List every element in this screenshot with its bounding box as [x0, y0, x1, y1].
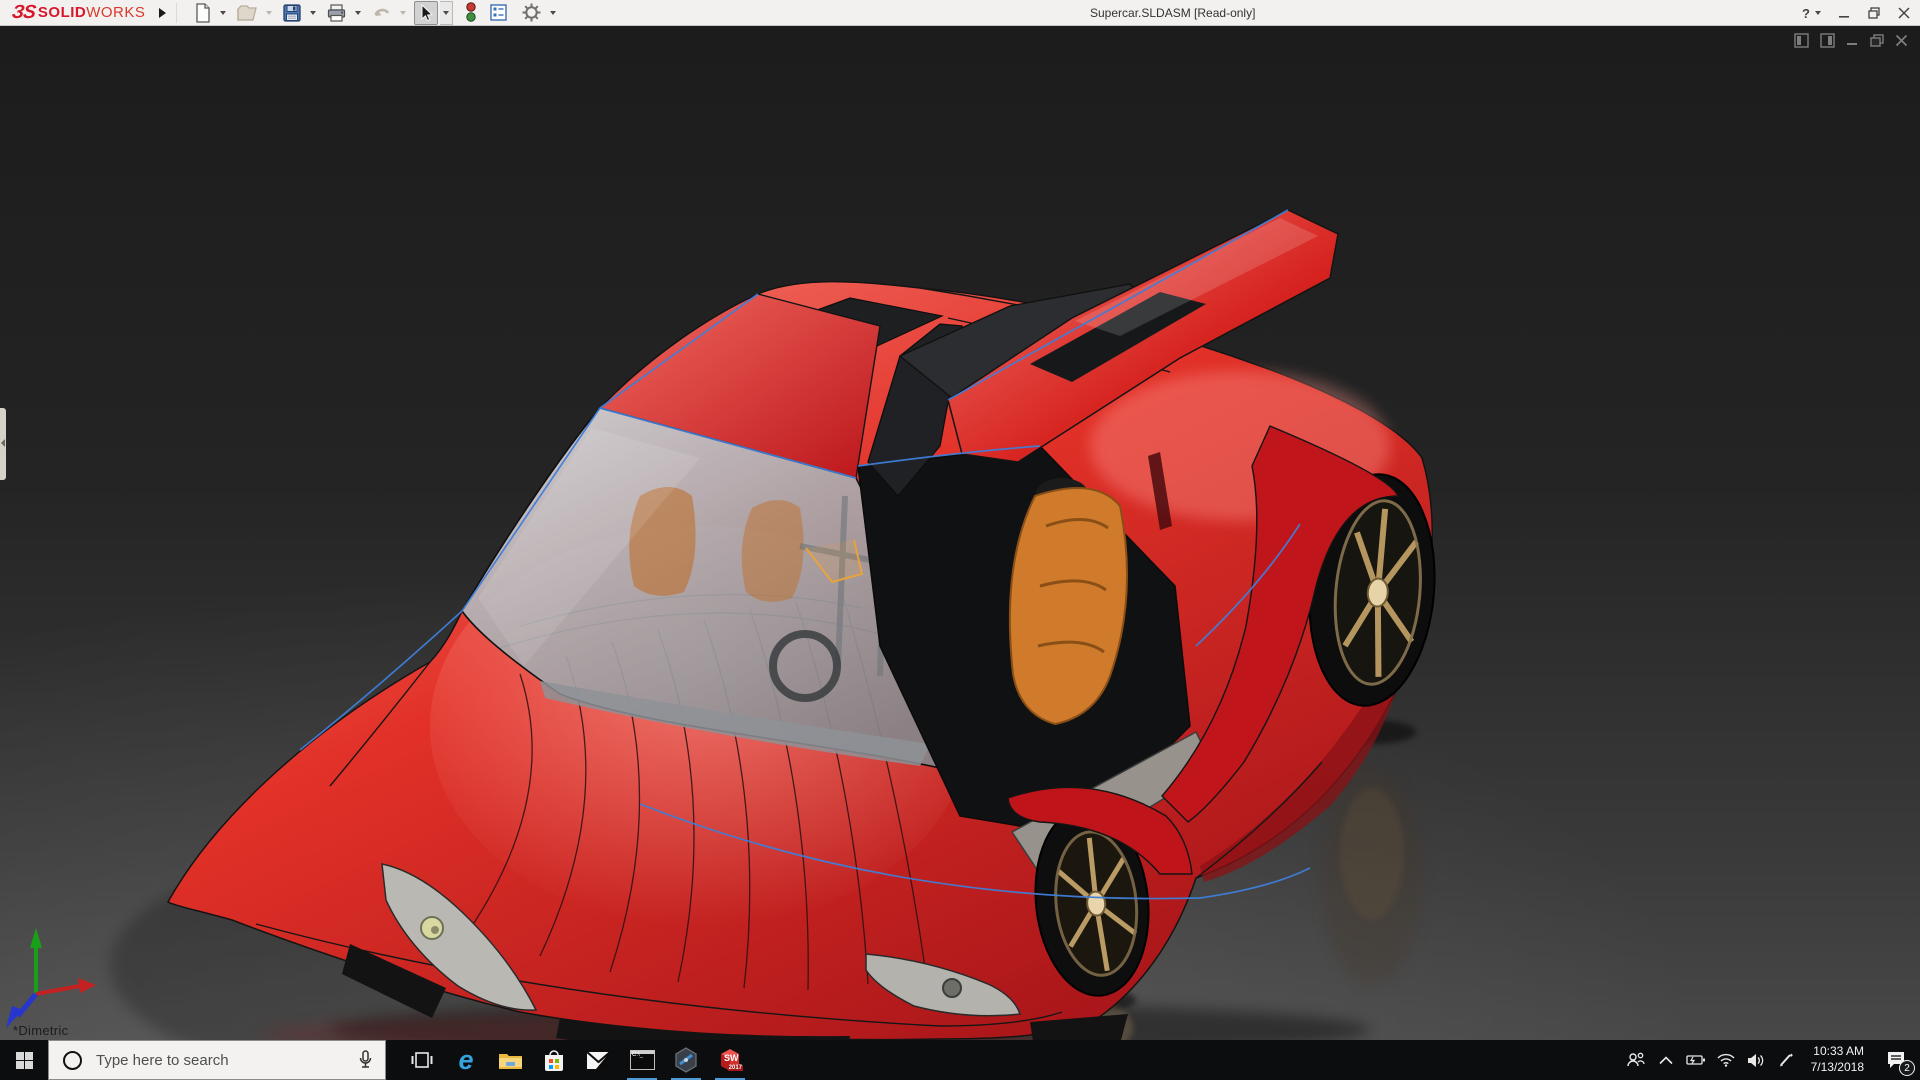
view-orientation-label: *Dimetric	[13, 1023, 69, 1038]
command-prompt-button[interactable]: C:\_	[620, 1040, 664, 1080]
clock-date: 7/13/2018	[1810, 1060, 1864, 1074]
network-button[interactable]	[1713, 1040, 1739, 1080]
new-document-button[interactable]	[191, 1, 214, 25]
window-controls: ?	[1802, 0, 1910, 26]
hexagon-3d-app-icon	[675, 1047, 697, 1073]
save-floppy-icon	[283, 3, 302, 22]
action-center-button[interactable]: 2	[1876, 1040, 1916, 1080]
mail-button[interactable]	[576, 1040, 620, 1080]
file-explorer-button[interactable]	[488, 1040, 532, 1080]
menu-expand-arrow-icon[interactable]	[159, 7, 167, 18]
new-document-dropdown[interactable]	[220, 10, 227, 15]
battery-button[interactable]	[1683, 1040, 1709, 1080]
file-explorer-icon	[498, 1053, 522, 1069]
car-body[interactable]	[166, 209, 1444, 1040]
undo-button[interactable]	[369, 1, 394, 25]
document-restore-icon[interactable]	[1870, 33, 1884, 48]
chevron-up-icon	[1659, 1055, 1673, 1064]
taskbar-search[interactable]	[48, 1040, 386, 1080]
open-folder-icon	[237, 4, 258, 21]
windows-taskbar: e C	[0, 1040, 1920, 1080]
windows-ink-pen-icon	[1779, 1053, 1793, 1067]
help-dropdown[interactable]	[1815, 11, 1821, 15]
save-button[interactable]	[280, 1, 304, 25]
supercar-3d-model[interactable]	[0, 26, 1920, 1040]
titlebar: ЗS SOLID WORKS Supercar.SLDASM [Read-onl…	[0, 0, 1920, 26]
triad-x-axis	[78, 978, 96, 993]
solidworks-logo-icon: ЗS	[10, 1, 37, 23]
pane-left-icon[interactable]	[1794, 33, 1809, 48]
close-icon	[1898, 7, 1910, 19]
people-icon	[1626, 1052, 1645, 1067]
document-close-icon[interactable]	[1895, 34, 1908, 47]
close-button[interactable]	[1898, 7, 1910, 19]
print-button[interactable]	[324, 1, 349, 25]
mail-icon	[585, 1050, 611, 1069]
rebuild-button[interactable]	[463, 1, 479, 25]
edge-icon: e	[458, 1044, 474, 1075]
task-view-button[interactable]	[400, 1040, 444, 1080]
volume-icon	[1747, 1053, 1763, 1067]
clock-time: 10:33 AM	[1813, 1044, 1864, 1059]
volume-button[interactable]	[1743, 1040, 1769, 1080]
feature-manager-collapsed-tab[interactable]	[0, 408, 6, 480]
rebuild-stoplight-icon	[466, 2, 477, 22]
options-button[interactable]	[519, 1, 544, 25]
triad-y-axis	[30, 928, 42, 948]
help-button[interactable]: ?	[1802, 6, 1821, 21]
taskbar-apps: e C:\_ SW 2017	[400, 1040, 752, 1080]
print-icon	[328, 3, 346, 22]
tray-overflow-button[interactable]	[1653, 1040, 1679, 1080]
microphone-icon[interactable]	[358, 1050, 373, 1070]
undo-dropdown[interactable]	[400, 10, 407, 15]
store-icon	[545, 1049, 563, 1071]
graphics-viewport[interactable]: *Dimetric	[0, 26, 1920, 1040]
toolbar-separator	[176, 2, 178, 23]
people-button[interactable]	[1623, 1040, 1649, 1080]
open-button[interactable]	[234, 1, 260, 25]
file-properties-icon	[490, 4, 508, 21]
print-dropdown[interactable]	[355, 10, 362, 15]
search-input[interactable]	[96, 1051, 326, 1069]
system-tray: 10:33 AM 7/13/2018 2	[1623, 1040, 1920, 1080]
document-title: Supercar.SLDASM [Read-only]	[1090, 6, 1256, 20]
store-button[interactable]	[532, 1040, 576, 1080]
options-gear-icon	[522, 3, 541, 22]
undo-icon	[375, 8, 390, 16]
cortana-icon	[63, 1050, 82, 1070]
wifi-icon	[1717, 1053, 1735, 1067]
windows-logo-icon	[15, 1051, 33, 1069]
task-view-icon	[411, 1052, 433, 1068]
restore-icon	[1868, 7, 1880, 19]
edge-button[interactable]: e	[444, 1040, 488, 1080]
open-dropdown[interactable]	[266, 10, 273, 15]
pane-right-icon[interactable]	[1820, 33, 1835, 48]
minimize-button[interactable]	[1839, 8, 1850, 19]
solidworks-2017-button[interactable]: SW 2017	[708, 1040, 752, 1080]
save-dropdown[interactable]	[310, 10, 317, 15]
select-cursor-icon	[421, 3, 434, 21]
battery-charging-icon	[1685, 1055, 1705, 1065]
main-toolbar	[191, 0, 557, 25]
windows-ink-button[interactable]	[1773, 1040, 1799, 1080]
minimize-icon	[1839, 15, 1849, 18]
select-tool-dropdown[interactable]	[440, 0, 454, 25]
file-properties-button[interactable]	[487, 1, 511, 25]
document-window-controls	[1794, 33, 1908, 48]
notification-badge: 2	[1899, 1060, 1915, 1076]
select-tool-button[interactable]	[414, 0, 439, 25]
document-minimize-icon[interactable]	[1846, 34, 1859, 47]
options-dropdown[interactable]	[550, 10, 557, 15]
restore-button[interactable]	[1868, 7, 1880, 19]
solidworks-logo: ЗS SOLID WORKS	[10, 1, 146, 23]
orientation-triad	[6, 928, 96, 1028]
taskbar-clock[interactable]: 10:33 AM 7/13/2018	[1803, 1044, 1872, 1075]
hexagon-3d-app-button[interactable]	[664, 1040, 708, 1080]
start-button[interactable]	[0, 1040, 48, 1080]
new-document-icon	[196, 2, 211, 23]
